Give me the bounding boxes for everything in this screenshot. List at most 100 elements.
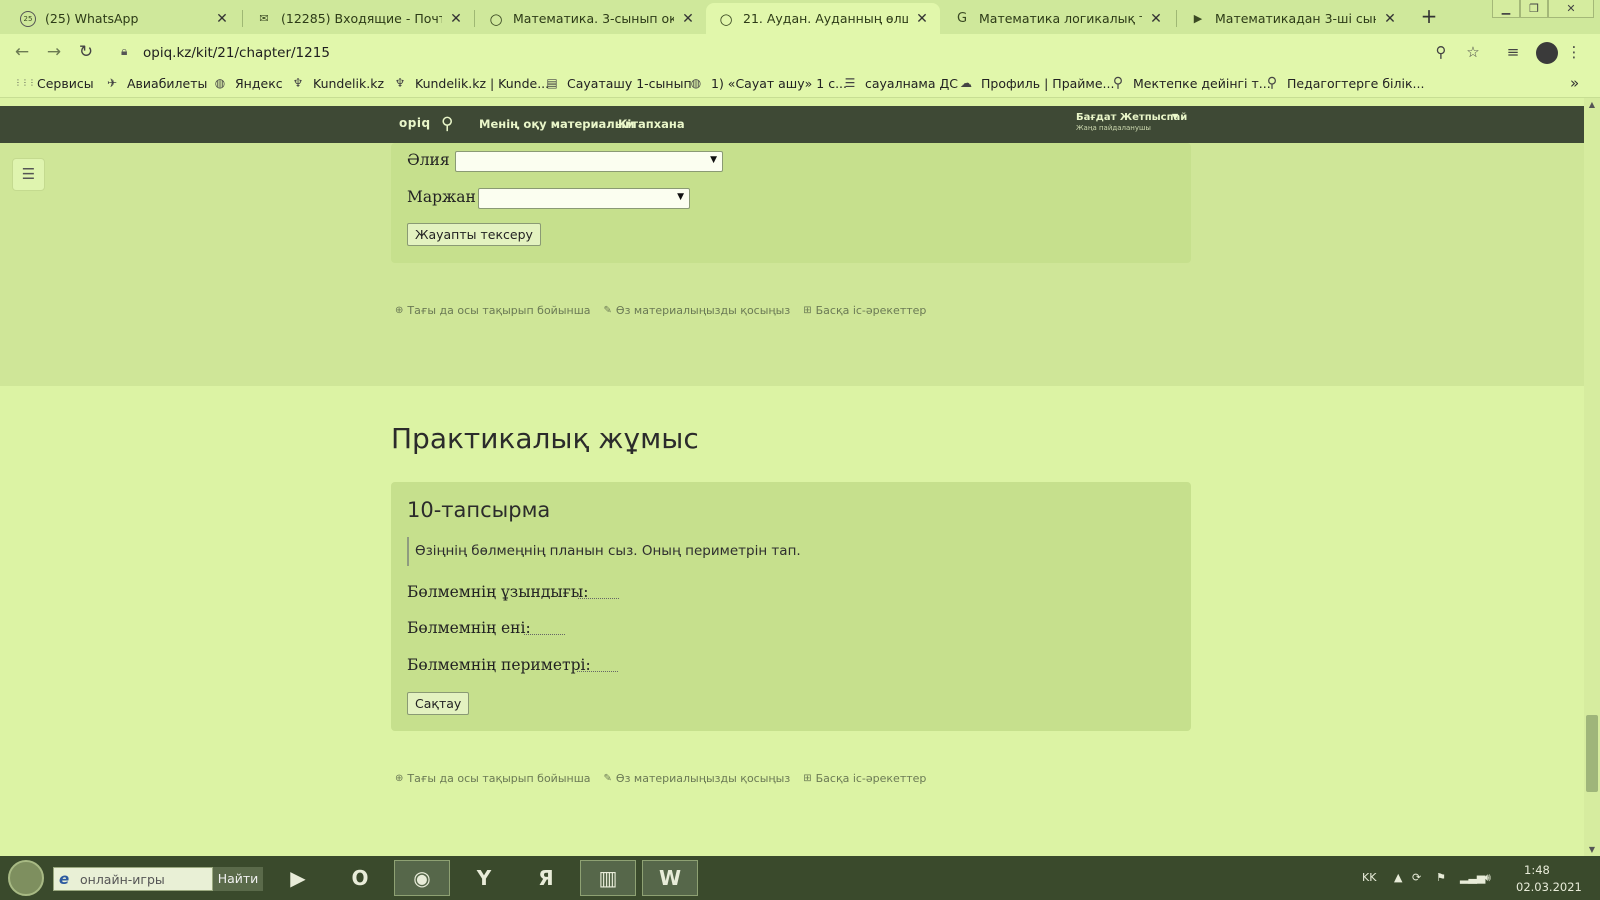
- clock-time[interactable]: 1:48: [1524, 863, 1550, 877]
- scroll-up-icon[interactable]: ▲: [1584, 100, 1600, 109]
- file-explorer-icon[interactable]: ▥: [580, 860, 636, 896]
- new-tab-button[interactable]: +: [1418, 6, 1440, 28]
- show-hidden-icons-icon[interactable]: ▲: [1394, 871, 1402, 884]
- bookmark-label: Профиль | Прайме...: [981, 75, 1115, 91]
- tab-active-audan[interactable]: ○ 21. Аудан. Ауданның өлшем бірліктері ✕: [706, 3, 940, 34]
- close-tab-icon[interactable]: ✕: [914, 11, 930, 27]
- plane-icon: ✈: [106, 76, 118, 90]
- bookmark-item[interactable]: ☁ Профиль | Прайме...: [958, 75, 1114, 91]
- scroll-down-icon[interactable]: ▼: [1584, 845, 1600, 854]
- word-icon[interactable]: W: [642, 860, 698, 896]
- start-button[interactable]: [8, 860, 44, 896]
- close-tab-icon[interactable]: ✕: [1148, 11, 1164, 27]
- close-tab-icon[interactable]: ✕: [214, 11, 230, 27]
- search-icon[interactable]: ⚲: [441, 114, 453, 134]
- more-on-topic-link[interactable]: ⊕ Тағы да осы тақырып бойынша: [395, 304, 591, 317]
- tab-title: 21. Аудан. Ауданның өлшем бірліктері: [743, 11, 908, 26]
- marzhan-select[interactable]: ▼: [478, 188, 690, 209]
- other-actions-link[interactable]: ⊞ Басқа іс-әрекеттер: [803, 304, 926, 317]
- lock-icon: 🔒︎: [121, 44, 128, 58]
- plus-square-icon: ⊞: [803, 305, 812, 316]
- more-on-topic-link[interactable]: ⊕ Тағы да осы тақырып бойынша: [395, 772, 591, 785]
- paperclip-icon: ✎: [603, 773, 612, 784]
- bookmark-item[interactable]: ▤ Сауаташу 1-сынып: [544, 75, 692, 91]
- tab-title: Математикадан 3-ші сыныпқа: [1215, 11, 1376, 26]
- save-button[interactable]: Сақтау: [407, 692, 470, 715]
- bookmark-label: Сауаташу 1-сынып: [567, 75, 692, 91]
- bookmark-label: Kundelik.kz | Kunde...: [415, 75, 550, 91]
- bookmark-item[interactable]: ◍ 1) «Сауат ашу» 1 с...: [688, 75, 847, 91]
- add-material-link[interactable]: ✎ Өз материалыңызды қосыңыз: [604, 304, 791, 317]
- language-indicator[interactable]: KK: [1362, 871, 1376, 884]
- opera-icon[interactable]: O: [332, 860, 388, 896]
- taskbar-search-input[interactable]: e онлайн-игры: [53, 867, 213, 891]
- table-of-contents-icon[interactable]: ☰: [12, 158, 45, 191]
- length-input[interactable]: [578, 588, 619, 599]
- forward-icon[interactable]: →: [44, 42, 64, 62]
- bookmark-label: Мектепке дейінгі т...: [1133, 75, 1271, 91]
- check-answer-button[interactable]: Жауапты тексеру: [407, 223, 541, 246]
- close-tab-icon[interactable]: ✕: [680, 11, 696, 27]
- yandex-browser-icon[interactable]: Y: [456, 860, 512, 896]
- perimeter-input[interactable]: [577, 661, 618, 672]
- chrome-icon[interactable]: ◉: [394, 860, 450, 896]
- mail-icon: ✉: [259, 12, 269, 25]
- clock-date[interactable]: 02.03.2021: [1516, 880, 1582, 894]
- close-window-icon[interactable]: ✕: [1548, 0, 1594, 18]
- signal-icon[interactable]: ▂▃▅: [1460, 871, 1485, 884]
- search-icon: ⚲: [1112, 75, 1124, 91]
- user-name[interactable]: Бағдат Жетпыспай: [1076, 112, 1187, 123]
- bookmark-item[interactable]: ♆ Kundelik.kz | Kunde...: [392, 75, 550, 91]
- whatsapp-icon: 25: [20, 10, 36, 27]
- tab-google[interactable]: G Математика логикалық тапсырмалар ✕: [942, 3, 1174, 34]
- volume-icon[interactable]: 🔊︎: [1484, 871, 1491, 885]
- bookmark-item[interactable]: ⋮⋮⋮ Сервисы: [14, 75, 94, 91]
- menu-kebab-icon[interactable]: ⋮: [1566, 42, 1582, 62]
- zoom-icon[interactable]: ⚲: [1430, 42, 1452, 62]
- bookmark-star-icon[interactable]: ☆: [1462, 42, 1484, 62]
- action-label: Тағы да осы тақырып бойынша: [407, 772, 591, 785]
- nav-link-library[interactable]: Кітапхана: [618, 117, 685, 131]
- media-queue-icon[interactable]: ≡: [1502, 42, 1524, 62]
- scrollbar-thumb[interactable]: [1586, 715, 1598, 792]
- reload-icon[interactable]: ↻: [76, 42, 96, 62]
- taskbar-search-button[interactable]: Найти: [213, 867, 263, 891]
- close-tab-icon[interactable]: ✕: [1382, 11, 1398, 27]
- network-sync-icon[interactable]: ⟳: [1412, 871, 1421, 884]
- bookmark-item[interactable]: ☰ сауалнама ДС: [842, 75, 958, 91]
- bookmark-item[interactable]: ◍ Яндекс: [212, 75, 283, 91]
- width-input[interactable]: [524, 624, 565, 635]
- action-center-flag-icon[interactable]: ⚑: [1436, 871, 1446, 884]
- media-player-icon[interactable]: ▶: [270, 860, 326, 896]
- tab-title: (25) WhatsApp: [45, 11, 139, 26]
- minimize-icon[interactable]: ▁: [1492, 0, 1520, 18]
- aliya-select[interactable]: ▼: [455, 151, 723, 172]
- back-icon[interactable]: ←: [12, 42, 32, 62]
- bookmark-item[interactable]: ✈ Авиабилеты: [104, 75, 207, 91]
- bookmark-item[interactable]: ⚲ Педагогтерге білік...: [1264, 75, 1425, 91]
- bookmark-item[interactable]: ♆ Kundelik.kz: [290, 75, 384, 91]
- address-bar[interactable]: 🔒︎ opiq.kz/kit/21/chapter/1215: [113, 41, 1453, 65]
- add-material-link[interactable]: ✎ Өз материалыңызды қосыңыз: [604, 772, 791, 785]
- site-logo[interactable]: opiq: [399, 116, 431, 130]
- tab-mail[interactable]: ✉ (12285) Входящие - Почта Mail.ru ✕: [244, 3, 474, 34]
- tab-matematika[interactable]: ○ Математика. 3-сынып оқушыларына ✕: [476, 3, 706, 34]
- profile-avatar[interactable]: [1536, 42, 1558, 64]
- page-scrollbar[interactable]: ▲ ▼: [1584, 98, 1600, 856]
- yandex-icon[interactable]: Я: [518, 860, 574, 896]
- other-actions-link[interactable]: ⊞ Басқа іс-әрекеттер: [803, 772, 926, 785]
- chevron-down-icon: ▼: [677, 192, 684, 202]
- restore-icon[interactable]: ❐: [1520, 0, 1548, 18]
- bookmark-item[interactable]: ⚲ Мектепке дейінгі т...: [1110, 75, 1271, 91]
- bookmarks-overflow-icon[interactable]: »: [1570, 74, 1579, 92]
- nav-link-my-materials[interactable]: Менің оқу материалым: [479, 117, 635, 131]
- bookmark-label: Педагогтерге білік...: [1287, 75, 1425, 91]
- book-icon: ▤: [546, 76, 558, 90]
- close-tab-icon[interactable]: ✕: [448, 11, 464, 27]
- tab-whatsapp[interactable]: 25 (25) WhatsApp ✕: [8, 3, 240, 34]
- opiq-icon: ○: [719, 9, 733, 28]
- bookmark-label: 1) «Сауат ашу» 1 с...: [711, 75, 847, 91]
- tab-video[interactable]: ▶ Математикадан 3-ші сыныпқа ✕: [1178, 3, 1408, 34]
- globe-icon: ◍: [690, 76, 702, 90]
- chevron-down-icon[interactable]: ▼: [1172, 112, 1178, 121]
